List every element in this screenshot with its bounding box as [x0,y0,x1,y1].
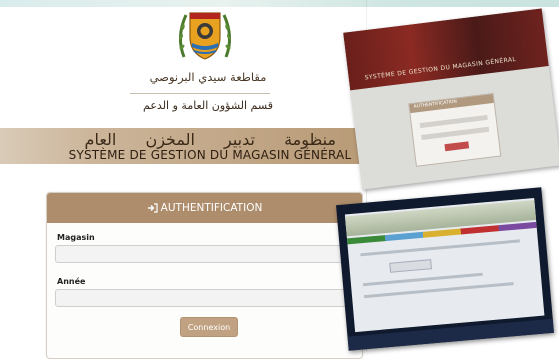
banner-arabic-title: منظومة تدبير المخزن العام [84,130,336,149]
emblem-logo [178,12,232,60]
photo1-login-card: AUTHENTIFICATION [408,92,502,167]
district-name: مقاطعة سيدي البرنوصي [149,70,267,84]
connexion-button[interactable]: Connexion [180,317,238,337]
photo1-field-1 [419,114,488,129]
department-name: قسم الشؤون العامة و الدعم [143,99,273,112]
authentication-panel: AUTHENTIFICATION Magasin Année ▴▾ Connex… [46,192,363,359]
photo1-button [444,141,470,152]
photo1-field-2 [421,126,490,140]
banner-french-title: SYSTÈME DE GESTION DU MAGASIN GÉNÉRAL [68,148,352,162]
divider [130,93,270,94]
top-decorative-strip [0,0,559,7]
annee-select[interactable]: ▴▾ [55,289,357,307]
sign-in-icon [147,203,158,213]
inset-photo-login-screen: SYSTÈME DE GESTION DU MAGASIN GÉNÉRAL AU… [343,8,559,190]
panel-header: AUTHENTIFICATION [47,193,362,223]
panel-title: AUTHENTIFICATION [160,202,263,214]
magasin-input[interactable] [55,245,357,263]
annee-label: Année [57,277,86,286]
inset-photo-dashboard-screen [336,187,554,351]
magasin-label: Magasin [57,233,95,242]
